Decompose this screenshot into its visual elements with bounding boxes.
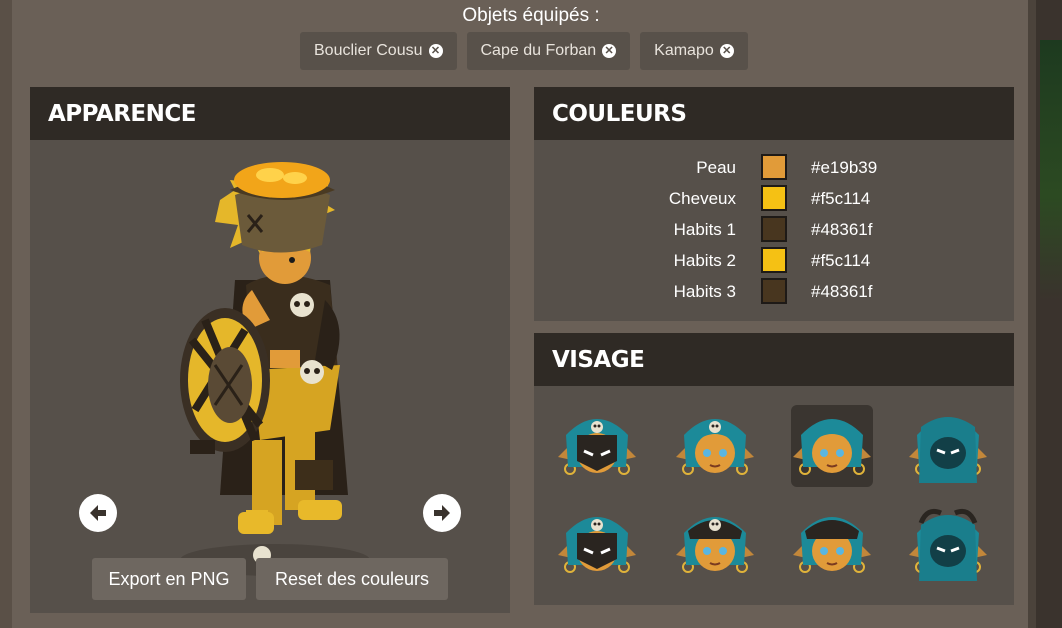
right-edge bbox=[1028, 0, 1062, 628]
equipped-item-label: Kamapo bbox=[654, 42, 714, 59]
equipped-item-cape[interactable]: Cape du Forban ✕ bbox=[466, 32, 631, 70]
color-label: Habits 2 bbox=[673, 251, 736, 270]
equipped-title: Objets équipés : bbox=[462, 5, 600, 26]
color-hex: #f5c114 bbox=[811, 189, 871, 208]
color-label: Peau bbox=[696, 158, 736, 177]
color-hex: #48361f bbox=[811, 220, 873, 239]
color-hex: #e19b39 bbox=[811, 158, 878, 177]
couleurs-title: COULEURS bbox=[534, 87, 1014, 140]
character-preview: Export en PNG Reset des couleurs bbox=[30, 140, 510, 613]
equipped-item-label: Bouclier Cousu bbox=[314, 42, 423, 59]
color-swatch[interactable] bbox=[761, 216, 787, 242]
color-row[interactable]: Peau #e19b39 bbox=[534, 153, 1014, 184]
remove-icon[interactable]: ✕ bbox=[428, 44, 443, 58]
couleurs-panel: COULEURS Peau #e19b39 Cheveux #f5c114 Ha… bbox=[534, 87, 1014, 321]
color-label: Habits 1 bbox=[673, 220, 736, 239]
remove-icon[interactable]: ✕ bbox=[602, 44, 617, 58]
prev-button[interactable] bbox=[79, 494, 117, 532]
color-row[interactable]: Cheveux #f5c114 bbox=[534, 184, 1014, 215]
export-png-button[interactable]: Export en PNG bbox=[92, 558, 246, 600]
arrow-left-icon bbox=[90, 505, 106, 521]
face-option-open-skull[interactable] bbox=[674, 405, 756, 487]
color-row[interactable]: Habits 2 #f5c114 bbox=[534, 246, 1014, 277]
apparence-panel: APPARENCE Export en PNG Reset des couleu… bbox=[30, 87, 510, 613]
next-button[interactable] bbox=[423, 494, 461, 532]
face-option-hooded-horns[interactable] bbox=[907, 503, 989, 585]
color-row[interactable]: Habits 1 #48361f bbox=[534, 215, 1014, 246]
face-option-open-skull-hat[interactable] bbox=[674, 503, 756, 585]
color-hex: #48361f bbox=[811, 282, 873, 301]
equipped-item-kamapo[interactable]: Kamapo ✕ bbox=[640, 32, 748, 70]
equipped-item-bouclier[interactable]: Bouclier Cousu ✕ bbox=[300, 32, 457, 70]
face-option-masked-skull[interactable] bbox=[556, 405, 638, 487]
color-label: Habits 3 bbox=[673, 282, 736, 301]
face-option-masked-skull-wide[interactable] bbox=[556, 503, 638, 585]
color-swatch[interactable] bbox=[761, 154, 787, 180]
apparence-title: APPARENCE bbox=[30, 87, 510, 140]
color-label: Cheveux bbox=[668, 189, 736, 208]
color-swatch[interactable] bbox=[761, 278, 787, 304]
equipped-items: Bouclier Cousu ✕ Cape du Forban ✕ Kamapo… bbox=[300, 32, 748, 70]
color-hex: #f5c114 bbox=[811, 251, 871, 270]
face-option-open-cap[interactable] bbox=[791, 503, 873, 585]
face-option-open-plain[interactable] bbox=[791, 405, 873, 487]
color-swatch[interactable] bbox=[761, 185, 787, 211]
equipped-item-label: Cape du Forban bbox=[480, 42, 597, 59]
color-row[interactable]: Habits 3 #48361f bbox=[534, 277, 1014, 308]
arrow-right-icon bbox=[434, 505, 450, 521]
character-illustration bbox=[180, 162, 370, 576]
face-option-hooded[interactable] bbox=[907, 405, 989, 487]
reset-colors-button[interactable]: Reset des couleurs bbox=[256, 558, 448, 600]
left-edge bbox=[0, 0, 12, 628]
color-swatch[interactable] bbox=[761, 247, 787, 273]
remove-icon[interactable]: ✕ bbox=[719, 44, 734, 58]
visage-title: VISAGE bbox=[534, 333, 1014, 386]
visage-panel: VISAGE bbox=[534, 333, 1014, 605]
